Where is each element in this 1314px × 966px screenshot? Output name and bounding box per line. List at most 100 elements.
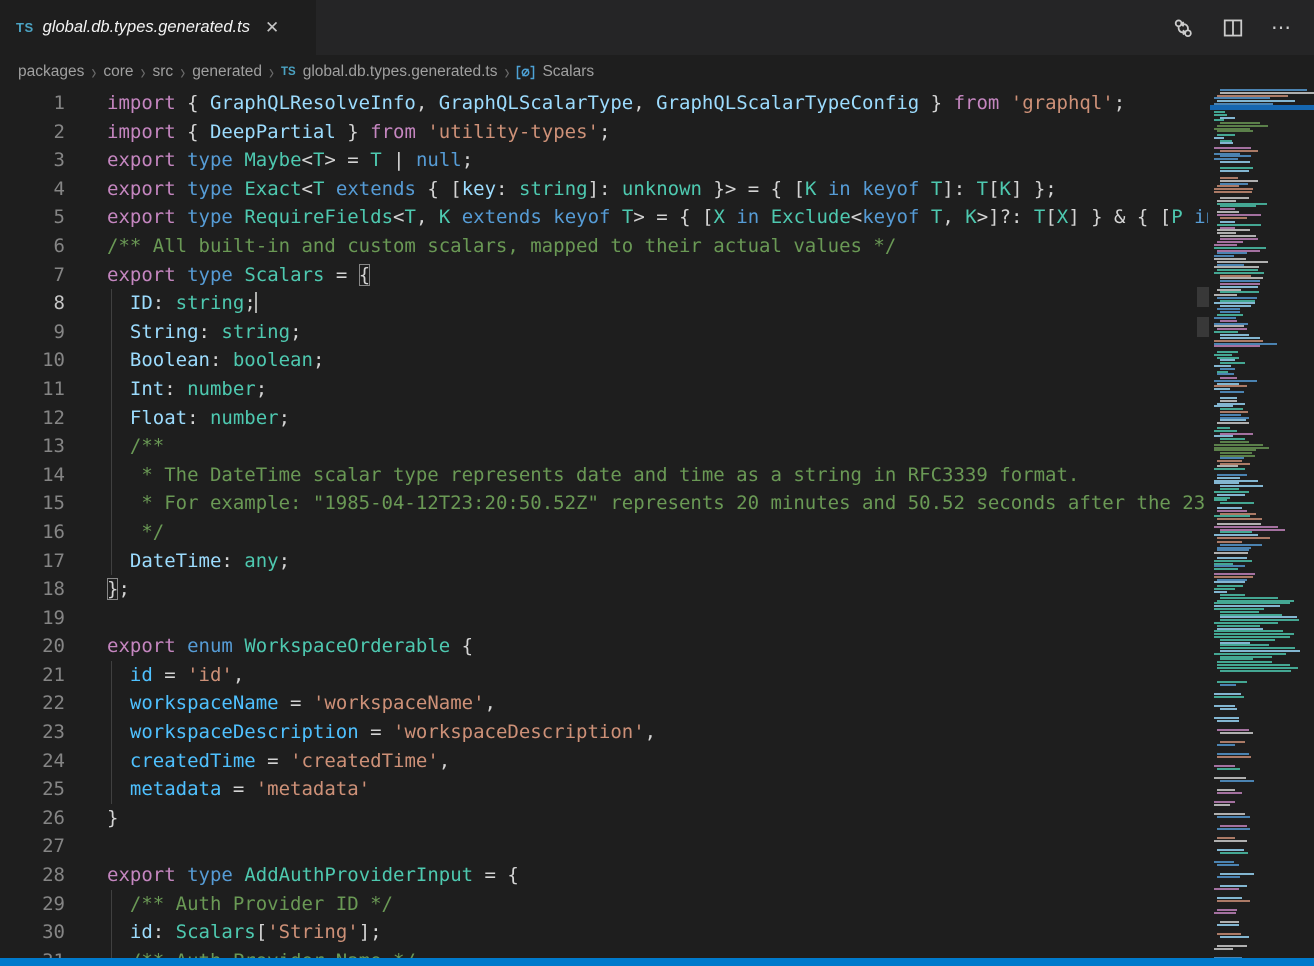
line-content[interactable]: * For example: "1985-04-12T23:20:50.52Z"…: [107, 489, 1208, 518]
code-line[interactable]: 3export type Maybe<T> = T | null;: [0, 146, 1208, 175]
code-line[interactable]: 12 Float: number;: [0, 404, 1208, 433]
code-line[interactable]: 6/** All built-in and custom scalars, ma…: [0, 232, 1208, 261]
line-content[interactable]: String: string;: [107, 318, 1208, 347]
line-number: 5: [0, 203, 107, 232]
line-content[interactable]: import { DeepPartial } from 'utility-typ…: [107, 118, 1208, 147]
open-changes-icon[interactable]: [1171, 16, 1195, 40]
code-line[interactable]: 4export type Exact<T extends { [key: str…: [0, 175, 1208, 204]
line-content[interactable]: export type Maybe<T> = T | null;: [107, 146, 1208, 175]
chevron-right-icon: ›: [504, 60, 509, 84]
line-content[interactable]: /** Auth Provider Name */: [107, 947, 1208, 958]
code-pane[interactable]: 1import { GraphQLResolveInfo, GraphQLSca…: [0, 89, 1208, 958]
line-content[interactable]: id = 'id',: [107, 661, 1208, 690]
line-number: 25: [0, 775, 107, 804]
code-line[interactable]: 2import { DeepPartial } from 'utility-ty…: [0, 118, 1208, 147]
line-number: 11: [0, 375, 107, 404]
line-number: 9: [0, 318, 107, 347]
code-line[interactable]: 21 id = 'id',: [0, 661, 1208, 690]
line-number: 26: [0, 804, 107, 833]
line-content[interactable]: [107, 604, 1208, 633]
breadcrumb-symbol[interactable]: Scalars: [542, 63, 594, 81]
line-content[interactable]: [107, 832, 1208, 861]
indent-guide: [111, 747, 112, 776]
line-number: 8: [0, 289, 107, 318]
line-number: 14: [0, 461, 107, 490]
line-number: 30: [0, 918, 107, 947]
code-line[interactable]: 16 */: [0, 518, 1208, 547]
code-line[interactable]: 22 workspaceName = 'workspaceName',: [0, 689, 1208, 718]
minimap-current-line: [1210, 105, 1314, 110]
code-line[interactable]: 25 metadata = 'metadata': [0, 775, 1208, 804]
line-number: 23: [0, 718, 107, 747]
line-content[interactable]: createdTime = 'createdTime',: [107, 747, 1208, 776]
close-icon[interactable]: ✕: [265, 19, 279, 36]
code-editor[interactable]: 1import { GraphQLResolveInfo, GraphQLSca…: [0, 89, 1314, 958]
line-content[interactable]: };: [107, 575, 1208, 604]
code-line[interactable]: 26}: [0, 804, 1208, 833]
line-content[interactable]: import { GraphQLResolveInfo, GraphQLScal…: [107, 89, 1208, 118]
line-content[interactable]: workspaceName = 'workspaceName',: [107, 689, 1208, 718]
code-line[interactable]: 17 DateTime: any;: [0, 547, 1208, 576]
code-line[interactable]: 9 String: string;: [0, 318, 1208, 347]
line-content[interactable]: /**: [107, 432, 1208, 461]
breadcrumb-file[interactable]: global.db.types.generated.ts: [303, 63, 498, 81]
code-line[interactable]: 13 /**: [0, 432, 1208, 461]
code-line[interactable]: 23 workspaceDescription = 'workspaceDesc…: [0, 718, 1208, 747]
code-line[interactable]: 1import { GraphQLResolveInfo, GraphQLSca…: [0, 89, 1208, 118]
line-content[interactable]: /** All built-in and custom scalars, map…: [107, 232, 1208, 261]
line-number: 31: [0, 947, 107, 958]
line-content[interactable]: Float: number;: [107, 404, 1208, 433]
line-content[interactable]: metadata = 'metadata': [107, 775, 1208, 804]
code-line[interactable]: 30 id: Scalars['String'];: [0, 918, 1208, 947]
code-line[interactable]: 31 /** Auth Provider Name */: [0, 947, 1208, 958]
indent-guide: [111, 918, 112, 947]
line-content[interactable]: export type Scalars = {: [107, 261, 1208, 290]
minimap[interactable]: [1210, 89, 1314, 958]
line-number: 6: [0, 232, 107, 261]
indent-guide: [111, 375, 112, 404]
line-content[interactable]: Boolean: boolean;: [107, 346, 1208, 375]
typescript-file-icon-small: TS: [281, 66, 296, 78]
code-line[interactable]: 8 ID: string;: [0, 289, 1208, 318]
line-content[interactable]: DateTime: any;: [107, 547, 1208, 576]
line-content[interactable]: Int: number;: [107, 375, 1208, 404]
breadcrumb-folder[interactable]: core: [103, 63, 133, 81]
line-content[interactable]: * The DateTime scalar type represents da…: [107, 461, 1208, 490]
line-number: 10: [0, 346, 107, 375]
code-line[interactable]: 28export type AddAuthProviderInput = {: [0, 861, 1208, 890]
more-actions-icon[interactable]: ⋯: [1271, 15, 1292, 40]
breadcrumb-folder[interactable]: packages: [18, 63, 84, 81]
breadcrumb-folder[interactable]: src: [153, 63, 174, 81]
tab-global-db-types[interactable]: TS global.db.types.generated.ts ✕: [0, 0, 316, 55]
split-editor-icon[interactable]: [1221, 16, 1245, 40]
line-content[interactable]: export enum WorkspaceOrderable {: [107, 632, 1208, 661]
line-content[interactable]: workspaceDescription = 'workspaceDescrip…: [107, 718, 1208, 747]
code-line[interactable]: 11 Int: number;: [0, 375, 1208, 404]
code-line[interactable]: 14 * The DateTime scalar type represents…: [0, 461, 1208, 490]
code-line[interactable]: 7export type Scalars = {: [0, 261, 1208, 290]
code-line[interactable]: 18};: [0, 575, 1208, 604]
line-content[interactable]: */: [107, 518, 1208, 547]
indent-guide: [111, 432, 112, 461]
line-content[interactable]: ID: string;: [107, 289, 1208, 318]
line-content[interactable]: export type RequireFields<T, K extends k…: [107, 203, 1208, 232]
code-line[interactable]: 5export type RequireFields<T, K extends …: [0, 203, 1208, 232]
status-bar: [0, 958, 1314, 966]
line-content[interactable]: export type Exact<T extends { [key: stri…: [107, 175, 1208, 204]
line-number: 16: [0, 518, 107, 547]
code-line[interactable]: 20export enum WorkspaceOrderable {: [0, 632, 1208, 661]
code-line[interactable]: 27: [0, 832, 1208, 861]
code-line[interactable]: 19: [0, 604, 1208, 633]
code-line[interactable]: 15 * For example: "1985-04-12T23:20:50.5…: [0, 489, 1208, 518]
line-content[interactable]: }: [107, 804, 1208, 833]
indent-guide: [111, 346, 112, 375]
code-line[interactable]: 29 /** Auth Provider ID */: [0, 890, 1208, 919]
line-content[interactable]: /** Auth Provider ID */: [107, 890, 1208, 919]
line-number: 2: [0, 118, 107, 147]
code-line[interactable]: 10 Boolean: boolean;: [0, 346, 1208, 375]
breadcrumb-folder[interactable]: generated: [192, 63, 262, 81]
code-line[interactable]: 24 createdTime = 'createdTime',: [0, 747, 1208, 776]
line-content[interactable]: export type AddAuthProviderInput = {: [107, 861, 1208, 890]
line-number: 21: [0, 661, 107, 690]
line-content[interactable]: id: Scalars['String'];: [107, 918, 1208, 947]
